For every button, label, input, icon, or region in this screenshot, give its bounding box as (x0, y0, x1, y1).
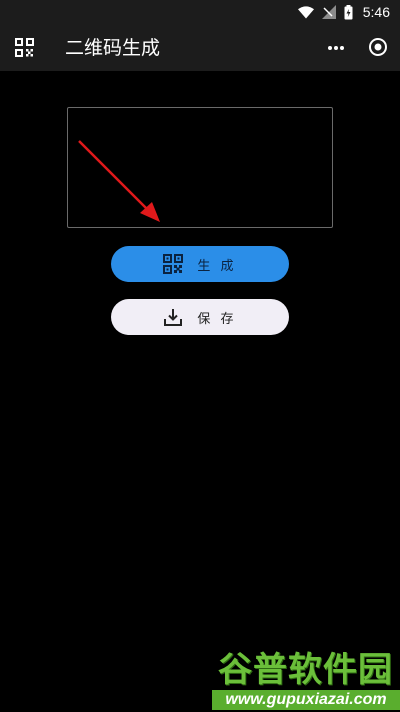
generate-button[interactable]: 生 成 (111, 246, 289, 282)
download-icon (163, 307, 183, 327)
watermark: 谷普软件园 www.gupuxiazai.com (210, 650, 400, 712)
close-icon[interactable] (368, 37, 388, 57)
signal-icon (321, 5, 336, 19)
more-icon[interactable] (326, 40, 346, 54)
save-button-label: 保 存 (197, 311, 237, 327)
qr-code-icon (163, 254, 184, 274)
qr-code-icon[interactable] (15, 38, 34, 57)
wifi-icon (297, 5, 314, 19)
app-screen: 5:46 二维码生成 生 成 保 存 谷普软件园 www.gupuxiazai.… (0, 0, 400, 712)
status-bar: 5:46 (0, 0, 400, 24)
watermark-brand: 谷普软件园 (218, 650, 393, 690)
battery-icon (344, 4, 353, 20)
generate-button-label: 生 成 (197, 258, 237, 274)
status-time: 5:46 (362, 4, 390, 20)
qr-preview-area (67, 107, 333, 228)
save-button[interactable]: 保 存 (111, 299, 289, 335)
page-title: 二维码生成 (65, 37, 161, 59)
app-bar: 二维码生成 (0, 24, 400, 71)
watermark-url: www.gupuxiazai.com (212, 690, 400, 710)
